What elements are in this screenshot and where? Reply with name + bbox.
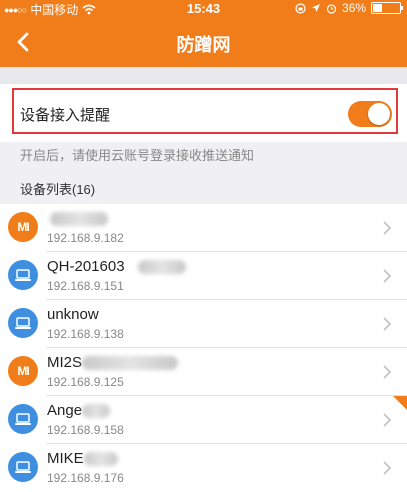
device-list-header: 设备列表(16) bbox=[20, 182, 96, 197]
device-alert-label: 设备接入提醒 bbox=[20, 107, 111, 124]
mi-icon: MI bbox=[8, 212, 38, 242]
device-alert-setting-row: 设备接入提醒 bbox=[0, 84, 407, 142]
chevron-right-icon bbox=[383, 413, 392, 427]
orientation-lock-icon bbox=[295, 2, 306, 14]
header-divider bbox=[0, 67, 407, 84]
device-name: unknow bbox=[47, 306, 99, 323]
status-right: 36% bbox=[295, 1, 403, 15]
battery-percent: 36% bbox=[341, 1, 366, 15]
location-icon bbox=[311, 4, 320, 12]
toggle-knob bbox=[368, 103, 390, 125]
chevron-right-icon bbox=[383, 317, 392, 331]
corner-tag-icon bbox=[393, 396, 407, 410]
status-bar: ●●●○○ 中国移动 15:43 36% bbox=[0, 0, 407, 17]
mi-icon-label: MI bbox=[17, 220, 29, 234]
device-ip: 192.168.9.151 bbox=[47, 279, 124, 293]
battery-fill bbox=[373, 4, 382, 12]
device-name: MI2S bbox=[47, 354, 83, 371]
list-item[interactable]: Ange 192.168.9.158 bbox=[0, 396, 407, 444]
device-ip: 192.168.9.182 bbox=[47, 231, 124, 245]
push-notification-hint: 开启后，请使用云账号登录接收推送通知 bbox=[20, 148, 255, 163]
chevron-right-icon bbox=[383, 461, 392, 475]
chevron-right-icon bbox=[383, 269, 392, 283]
list-item[interactable]: MIKE 192.168.9.176 bbox=[0, 444, 407, 492]
device-ip: 192.168.9.138 bbox=[47, 327, 124, 341]
laptop-icon bbox=[8, 404, 38, 434]
redacted-name bbox=[82, 404, 110, 418]
list-item[interactable]: MI 192.168.9.182 bbox=[0, 204, 407, 252]
device-ip: 192.168.9.125 bbox=[47, 375, 124, 389]
device-list: MI 192.168.9.182 QH-201603 192.168.9.151… bbox=[0, 204, 407, 492]
device-name: MIKE bbox=[47, 450, 84, 467]
device-name: QH-201603 bbox=[47, 258, 125, 275]
list-item[interactable]: QH-201603 192.168.9.151 bbox=[0, 252, 407, 300]
list-item[interactable]: unknow 192.168.9.138 bbox=[0, 300, 407, 348]
redacted-name bbox=[82, 356, 178, 370]
battery-icon bbox=[371, 2, 403, 14]
laptop-icon bbox=[8, 308, 38, 338]
device-name: Ange bbox=[47, 402, 83, 419]
redacted-name bbox=[50, 212, 108, 226]
chevron-right-icon bbox=[383, 365, 392, 379]
laptop-icon bbox=[8, 452, 38, 482]
redacted-name bbox=[138, 260, 186, 274]
navigation-bar: 防蹭网 bbox=[0, 17, 407, 67]
alarm-icon bbox=[326, 3, 337, 14]
mi-icon: MI bbox=[8, 356, 38, 386]
list-item[interactable]: MI MI2S 192.168.9.125 bbox=[0, 348, 407, 396]
page-title: 防蹭网 bbox=[176, 35, 231, 55]
device-ip: 192.168.9.158 bbox=[47, 423, 124, 437]
chevron-right-icon bbox=[383, 221, 392, 235]
device-ip: 192.168.9.176 bbox=[47, 471, 124, 485]
device-alert-toggle[interactable] bbox=[348, 101, 392, 127]
mi-icon-label: MI bbox=[17, 364, 29, 378]
laptop-icon bbox=[8, 260, 38, 290]
redacted-name bbox=[84, 452, 118, 466]
